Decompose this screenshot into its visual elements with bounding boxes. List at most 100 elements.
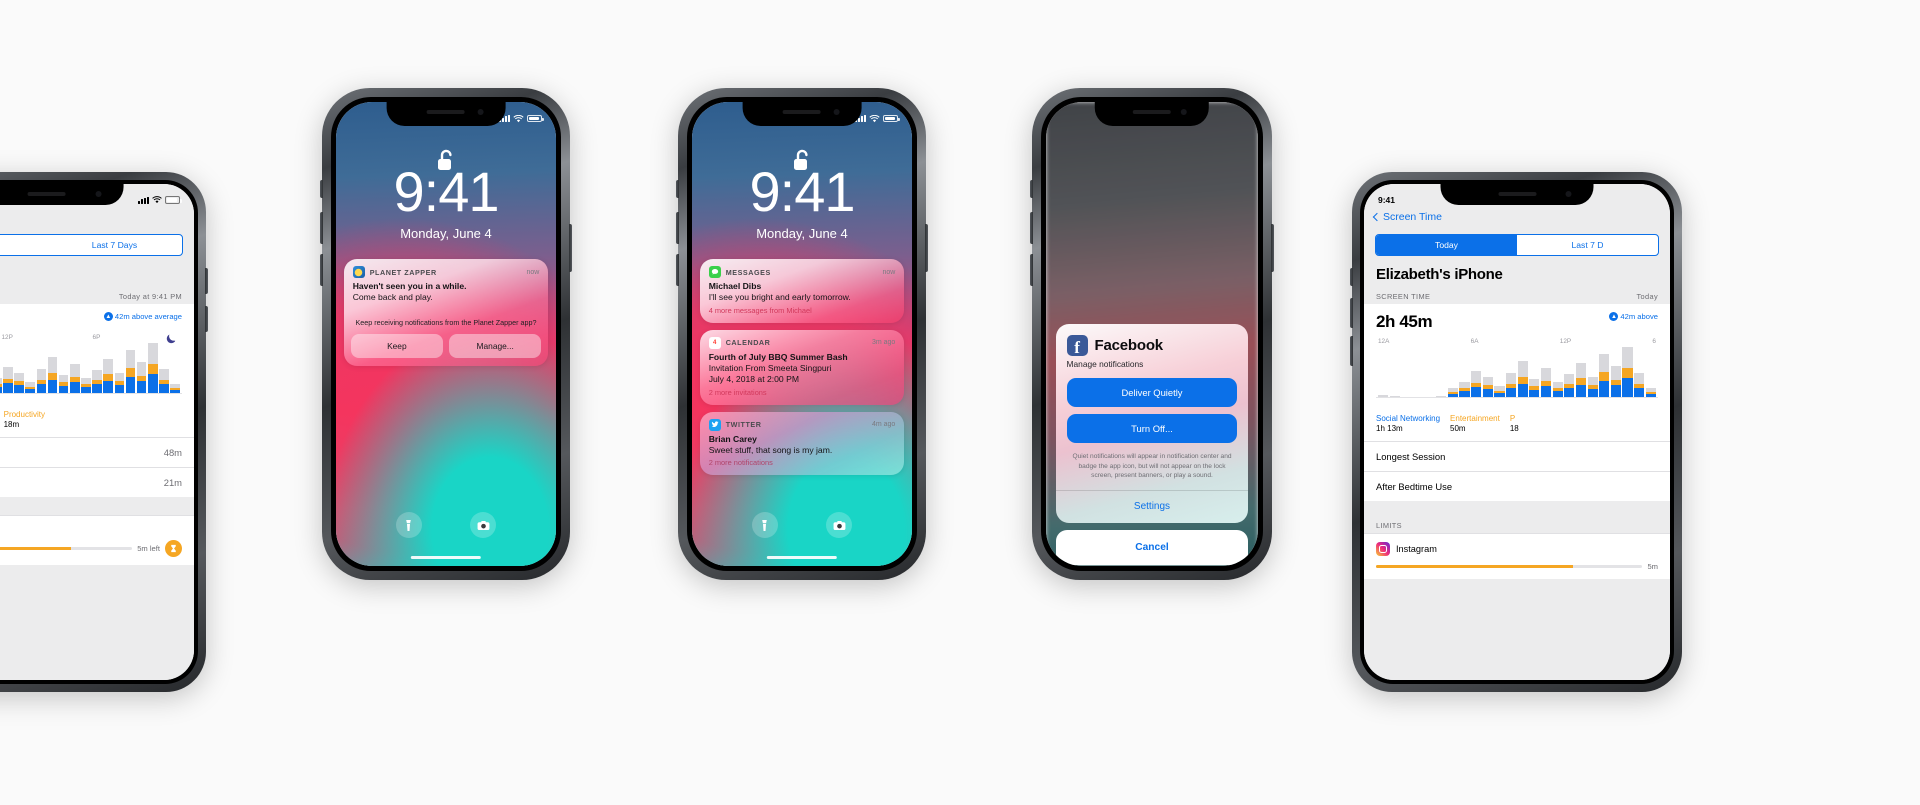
camera-icon[interactable] <box>470 512 497 538</box>
average-text: 42m above average <box>114 312 182 321</box>
chart-bar <box>103 359 114 393</box>
messages-icon <box>708 266 721 278</box>
average-text: 42m above <box>1620 312 1658 321</box>
limit-remaining: 5m <box>1647 562 1658 571</box>
phone-lock-grouped-notifications: 9:41 Monday, June 4 MESSAGES now Michael… <box>676 88 928 580</box>
usage-card: 2h 45m ▲ 42m above 12A 6A 12P 6 <box>1364 304 1670 408</box>
notification-app-name: PLANET ZAPPER <box>369 267 437 277</box>
segment-today[interactable]: Today <box>1376 235 1517 255</box>
limit-app-name: Instagram <box>1396 544 1437 554</box>
chart-bar <box>69 364 80 393</box>
chart-bar <box>1610 366 1621 397</box>
phone-lock-planet-zapper: 9:41 Monday, June 4 PLANET ZAPPER now Ha… <box>320 88 572 580</box>
turn-off-button[interactable]: Turn Off... <box>1066 414 1238 443</box>
segment-today[interactable]: oday <box>0 235 47 255</box>
back-nav[interactable]: Screen Time <box>1364 208 1670 230</box>
clock-date: Monday, June 4 <box>400 226 492 241</box>
flashlight-icon[interactable] <box>751 512 778 538</box>
cancel-button[interactable]: Cancel <box>1055 530 1249 565</box>
legend-item: P 18 <box>1509 414 1519 433</box>
tick-label: 6A <box>1470 338 1479 345</box>
limit-row[interactable]: gram 5m left <box>0 515 194 565</box>
arrow-up-icon: ▲ <box>1609 312 1619 321</box>
battery-icon <box>883 114 900 123</box>
notification-app-name: TWITTER <box>725 420 762 430</box>
table-row[interactable]: ession 48m <box>0 437 194 467</box>
segment-last-7-days[interactable]: Last 7 Days <box>47 235 182 255</box>
table-row[interactable]: Longest Session <box>1364 441 1670 471</box>
chart-bar <box>1436 396 1447 397</box>
row-value: 21m <box>163 477 182 488</box>
section-timestamp: Today at 9:41 PM <box>118 292 182 301</box>
back-nav[interactable]: ime <box>0 208 194 230</box>
camera-icon[interactable] <box>826 512 853 538</box>
chart-bar <box>147 343 158 393</box>
total-time: 2h 45m <box>1376 312 1433 331</box>
segment-last-7-days[interactable]: Last 7 D <box>1517 235 1658 255</box>
notification-more-count[interactable]: 2 more invitations <box>709 388 896 397</box>
notification-twitter[interactable]: TWITTER 4m ago Brian Carey Sweet stuff, … <box>699 411 905 476</box>
battery-icon <box>165 196 182 204</box>
notification-more-count[interactable]: 4 more messages from Michael <box>709 306 896 315</box>
chart-bar <box>1471 371 1482 397</box>
marketing-canvas: ime oday Last 7 Days h's iPhone E Today … <box>0 0 1920 805</box>
notification-more-count[interactable]: 2 more notifications <box>709 458 896 467</box>
notification-messages[interactable]: MESSAGES now Michael Dibs I'll see you b… <box>699 259 905 323</box>
notification-planet-zapper[interactable]: PLANET ZAPPER now Haven't seen you in a … <box>343 259 549 366</box>
settings-button[interactable]: Settings <box>1056 490 1249 523</box>
chart-bar <box>1599 353 1610 397</box>
chart-bar <box>0 377 2 393</box>
chart-bar <box>47 357 58 393</box>
wifi-icon <box>869 114 880 122</box>
chart-bar <box>1587 376 1598 397</box>
notification-title: Fourth of July BBQ Summer Bash <box>708 351 848 362</box>
chart-bar <box>1506 373 1517 397</box>
tick-label: 12P <box>1 334 13 341</box>
deliver-quietly-button[interactable]: Deliver Quietly <box>1066 378 1238 407</box>
chart-bar <box>114 372 125 393</box>
planet-zapper-icon <box>352 266 365 278</box>
notification-line: Invitation From Smeeta Singpuri <box>708 363 832 374</box>
section-timestamp: Today <box>1636 292 1658 301</box>
table-row[interactable]: After Bedtime Use <box>1364 471 1670 501</box>
notification-title: Haven't seen you in a while. <box>352 281 467 291</box>
chart-bar <box>1645 388 1656 397</box>
chart-bar <box>1529 378 1540 397</box>
flashlight-icon[interactable] <box>395 512 422 538</box>
table-row[interactable]: ime Use 21m <box>0 467 194 497</box>
tick-label: 6 <box>1652 338 1656 345</box>
chart-bar <box>58 374 69 393</box>
chart-bar <box>1459 381 1470 397</box>
period-segmented-control[interactable]: Today Last 7 D <box>1375 234 1659 256</box>
keep-button[interactable]: Keep <box>350 333 443 358</box>
limit-row[interactable]: Instagram 5m <box>1364 533 1670 579</box>
chart-bar <box>170 384 180 393</box>
notification-time: 4m ago <box>871 421 896 429</box>
limit-remaining: 5m left <box>137 544 160 553</box>
usage-chart: 12A 6A 12P 6 <box>1376 338 1658 402</box>
facebook-icon: f <box>1066 335 1088 356</box>
chart-bar <box>1540 368 1552 397</box>
chart-bar <box>92 369 102 393</box>
back-label: Screen Time <box>1383 211 1442 223</box>
wifi-icon <box>152 196 162 204</box>
status-time: 9:41 <box>1378 195 1396 205</box>
notification-calendar[interactable]: 4 CALENDAR 3m ago Fourth of July BBQ Sum… <box>699 329 905 405</box>
lock-clock: 9:41 Monday, June 4 <box>336 164 556 242</box>
manage-button[interactable]: Manage... <box>449 333 542 358</box>
legend-item: Social Networking 1h 13m <box>1376 414 1441 433</box>
arrow-up-icon: ▲ <box>103 312 113 321</box>
device-heading: h's iPhone <box>0 256 194 288</box>
period-segmented-control[interactable]: oday Last 7 Days <box>0 234 183 256</box>
average-indicator: ▲ 42m above <box>1609 312 1658 321</box>
row-value: 48m <box>163 447 182 458</box>
device-heading: Elizabeth's iPhone <box>1376 266 1503 283</box>
chevron-left-icon <box>1372 212 1382 222</box>
chart-bar <box>1575 363 1587 397</box>
screen-time-view-left: ime oday Last 7 Days h's iPhone E Today … <box>0 184 194 680</box>
chart-legend: orking 50m Entertainment 50m Productivit… <box>0 404 194 437</box>
screen-time-view-right: 9:41 Screen Time Today Last 7 D Elizabet… <box>1364 184 1670 680</box>
usage-card: m ▲ 42m above average 6A 12P 6P <box>0 304 194 404</box>
chart-bar <box>14 372 24 393</box>
sheet-note: Quiet notifications will appear in notif… <box>1072 453 1232 480</box>
